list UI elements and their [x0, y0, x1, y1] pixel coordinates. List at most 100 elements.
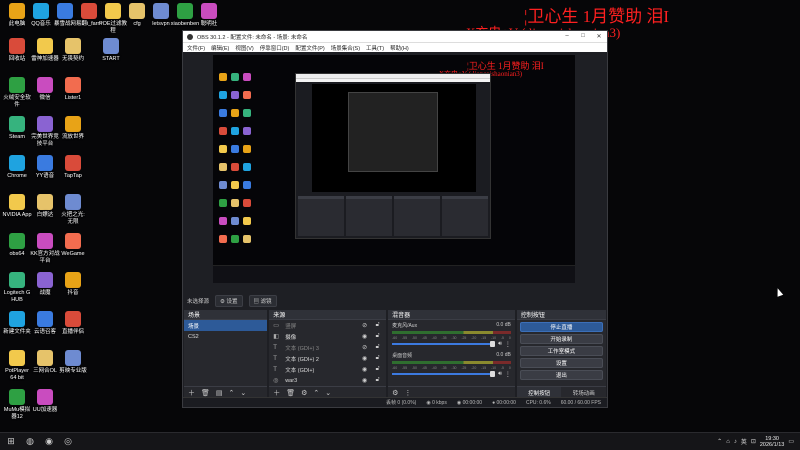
desktop-icon[interactable]: 聪明社 [194, 3, 224, 28]
desktop-icon[interactable]: 回收站 [2, 38, 32, 63]
visibility-eye-icon[interactable]: ◉ [360, 333, 369, 340]
menu-item[interactable]: 场景集合(S) [331, 44, 360, 52]
source-item[interactable]: ◎ war3 ◉ 🔓︎ [269, 375, 386, 386]
source-item[interactable]: T 文本 (GDI+) 2 ◉ 🔓︎ [269, 353, 386, 364]
scene-item[interactable]: 场景 [184, 320, 268, 331]
clock[interactable]: 19:30 2026/1/13 [760, 436, 784, 448]
source-properties-icon[interactable]: ⚙ [301, 389, 307, 397]
network-icon[interactable]: ⌂ [726, 439, 730, 445]
minimize-icon[interactable]: – [559, 33, 575, 40]
desktop-icon[interactable]: 新建文件夹 [2, 311, 32, 336]
add-source-icon[interactable]: ＋ [273, 388, 280, 398]
chrome-taskbar-icon[interactable]: ◉ [41, 434, 57, 450]
desktop-icon[interactable]: 直播伴侣 [58, 311, 88, 336]
lock-icon[interactable]: 🔓︎ [373, 377, 382, 384]
desktop-icon[interactable]: NVIDIA App [2, 194, 32, 219]
lock-icon[interactable]: 🔓︎ [373, 333, 382, 340]
menu-item[interactable]: 配置文件(P) [295, 44, 324, 52]
lock-icon[interactable]: 🔓︎ [373, 366, 382, 373]
remove-source-icon[interactable]: 🗑 [286, 389, 295, 397]
visibility-eye-icon[interactable]: ⊘ [360, 344, 369, 351]
obs-taskbar-icon[interactable]: ◎ [60, 434, 76, 450]
speaker-icon[interactable]: 🔊︎ [498, 341, 502, 348]
add-scene-icon[interactable]: ＋ [188, 388, 195, 398]
desktop-icon[interactable]: Logitech G HUB [2, 272, 32, 304]
control-button[interactable]: 开始录制 [519, 334, 603, 344]
desktop-icon[interactable]: 完美世界竞技平台 [30, 116, 60, 148]
input-language[interactable]: 英 [741, 437, 747, 446]
channel-menu-icon[interactable]: ⋮ [505, 341, 511, 348]
visibility-eye-icon[interactable]: ⊘ [360, 322, 369, 329]
fader-knob[interactable] [490, 371, 496, 377]
source-item[interactable]: ▭ 竖屏 ⊘ 🔓︎ [269, 320, 386, 331]
source-item[interactable]: T 文本 (GDI+) 3 ⊘ 🔓︎ [269, 342, 386, 353]
control-button[interactable]: 设置 [519, 358, 603, 368]
desktop-icon[interactable]: 三网合OL [30, 350, 60, 375]
desktop-icon[interactable]: 流放世界 [58, 116, 88, 141]
desktop-icon[interactable]: UU加速器 [30, 389, 60, 414]
source-down-icon[interactable]: ⌄ [325, 389, 331, 397]
volume-fader[interactable]: 🔊︎ ⋮ [392, 341, 511, 348]
desktop-icon[interactable]: TapTap [58, 155, 88, 180]
menu-item[interactable]: 停靠窗口(D) [260, 44, 290, 52]
control-button[interactable]: 停止直播 [519, 322, 603, 332]
speaker-icon[interactable]: 🔊︎ [498, 371, 502, 378]
desktop-icon[interactable]: 云语召客 [30, 311, 60, 336]
desktop-icon[interactable]: START [96, 38, 126, 63]
source-item[interactable]: ◧ 摄像 ◉ 🔓︎ [269, 331, 386, 342]
mixer-menu-icon[interactable]: ⋮ [404, 389, 411, 397]
desktop-icon[interactable]: obs64 [2, 233, 32, 258]
desktop-icon[interactable]: WeGame [58, 233, 88, 258]
desktop-icon[interactable]: 雷神加速器 [30, 38, 60, 63]
visibility-eye-icon[interactable]: ◉ [360, 366, 369, 373]
tray-chevron-icon[interactable]: ⌃ [717, 438, 722, 445]
mixer-settings-icon[interactable]: ⚙ [392, 389, 398, 397]
scene-filter-icon[interactable]: ▤ [216, 389, 223, 397]
desktop-icon[interactable]: 白嫖达 [30, 194, 60, 219]
desktop-icon[interactable]: 无畏契约 [58, 38, 88, 63]
menu-item[interactable]: 视图(V) [235, 44, 253, 52]
desktop-icon[interactable]: KK官方对战平台 [30, 233, 60, 265]
steam-taskbar-icon[interactable]: ◍ [22, 434, 38, 450]
menu-item[interactable]: 文件(F) [187, 44, 205, 52]
desktop-icon[interactable]: MuMu模拟器12 [2, 389, 32, 421]
desktop-icon[interactable]: YY语音 [30, 155, 60, 180]
obs-titlebar[interactable]: OBS 30.1.2 - 配置文件: 未命名 - 场景: 未命名 – □ ✕ [183, 31, 607, 42]
source-settings-button[interactable]: ⚙ 设置 [215, 295, 243, 307]
desktop-icon[interactable]: Lister1 [58, 77, 88, 102]
visibility-eye-icon[interactable]: ◉ [360, 377, 369, 384]
windows-start-icon[interactable]: ⊞ [3, 434, 19, 450]
move-up-icon[interactable]: ⌃ [229, 389, 235, 397]
desktop-icon[interactable]: 火绒安全软件 [2, 77, 32, 109]
source-filters-button[interactable]: ▤ 滤镜 [248, 295, 277, 307]
desktop-icon[interactable]: 抖音 [58, 272, 88, 297]
fader-knob[interactable] [490, 341, 496, 347]
scene-item[interactable]: CS2 [184, 331, 267, 342]
source-item[interactable]: T 文本 (GDI+) ◉ 🔓︎ [269, 364, 386, 375]
volume-fader[interactable]: 🔊︎ ⋮ [392, 371, 511, 378]
volume-icon[interactable]: ♪ [734, 439, 737, 445]
desktop-icon[interactable]: Steam [2, 116, 32, 141]
desktop-icon[interactable]: 火把之光: 无限 [58, 194, 88, 226]
notification-icon[interactable]: ▭ [788, 438, 794, 445]
desktop-icon[interactable]: PotPlayer 64 bit [2, 350, 32, 382]
desktop-icon[interactable]: 微信 [30, 77, 60, 102]
channel-menu-icon[interactable]: ⋮ [505, 371, 511, 378]
desktop-icon[interactable]: 战魔 [30, 272, 60, 297]
lock-icon[interactable]: 🔓︎ [373, 344, 382, 351]
menu-item[interactable]: 工具(T) [366, 44, 384, 52]
lock-icon[interactable]: 🔓︎ [373, 355, 382, 362]
source-up-icon[interactable]: ⌃ [313, 389, 319, 397]
ime-icon[interactable]: ⊡ [751, 438, 756, 445]
close-icon[interactable]: ✕ [591, 33, 607, 40]
control-button[interactable]: 退出 [519, 370, 603, 380]
lock-icon[interactable]: 🔓︎ [373, 322, 382, 329]
visibility-eye-icon[interactable]: ◉ [360, 355, 369, 362]
remove-scene-icon[interactable]: 🗑 [201, 389, 210, 397]
maximize-icon[interactable]: □ [575, 33, 591, 40]
move-down-icon[interactable]: ⌄ [240, 389, 246, 397]
desktop-icon[interactable]: 剪映专业版 [58, 350, 88, 375]
menu-item[interactable]: 帮助(H) [390, 44, 409, 52]
menu-item[interactable]: 编辑(E) [211, 44, 229, 52]
obs-preview[interactable]: ¦卫心生 1月赞助 泪I X充电+V ( liancaishaonian3) [213, 55, 575, 283]
